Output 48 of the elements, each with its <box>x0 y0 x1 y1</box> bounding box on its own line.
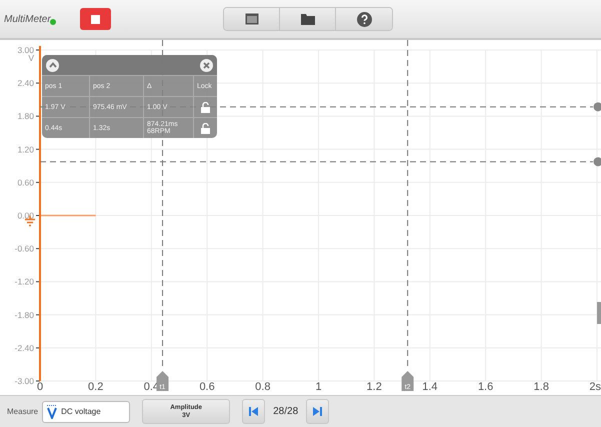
close-icon <box>203 62 210 68</box>
folder-icon <box>300 14 314 24</box>
y-tick-label: -1.20 <box>14 276 34 287</box>
unlocked-icon[interactable] <box>201 102 210 112</box>
measure-label: Measure <box>7 407 38 416</box>
y-tick-label: 3.00 <box>17 45 34 55</box>
window-icon <box>244 13 258 25</box>
x-tick-label: 1.2 <box>366 381 382 393</box>
y-tick-label: 1.20 <box>17 144 34 154</box>
help-icon <box>356 12 372 26</box>
x-tick-label: 2s <box>589 381 601 393</box>
y-tick-label: -3.00 <box>14 376 34 386</box>
x-tick-label: 0.2 <box>88 381 104 393</box>
x-tick-label: 0 <box>36 381 44 393</box>
help-button[interactable] <box>336 8 392 30</box>
y-unit-label: V <box>28 53 34 63</box>
level-cursor-line[interactable] <box>40 161 594 162</box>
collapse-button[interactable] <box>46 58 59 72</box>
y-tick-label: 0.60 <box>17 177 34 188</box>
y-tick-label: 2.40 <box>17 78 34 88</box>
y-tick-label: -1.80 <box>14 310 34 320</box>
x-tick-label: 1.8 <box>534 381 549 393</box>
close-button[interactable] <box>200 58 213 72</box>
voltage-icon <box>47 404 58 418</box>
y-tick-label: -0.60 <box>14 244 34 254</box>
side-handle[interactable] <box>597 302 601 324</box>
x-tick-label: 1 <box>315 381 322 393</box>
cursor-handle[interactable] <box>594 102 601 112</box>
x-tick-label: 0.6 <box>199 381 215 393</box>
cursor-handle[interactable] <box>594 157 601 166</box>
chevron-up-icon <box>48 62 56 68</box>
cursor-handle[interactable] <box>402 371 414 391</box>
page-counter: 28/28 <box>273 406 298 417</box>
y-tick-label: 1.80 <box>17 111 34 122</box>
measure-select[interactable]: DC voltage <box>42 400 130 422</box>
x-tick-label: 0.8 <box>255 381 270 393</box>
skip-last-icon <box>313 407 322 416</box>
first-page-button[interactable] <box>242 399 266 424</box>
window-button[interactable] <box>224 8 280 30</box>
unlocked-icon[interactable] <box>201 122 210 134</box>
skip-first-icon <box>249 407 258 416</box>
folder-button[interactable] <box>280 8 336 30</box>
app-title: MultiMeter <box>4 14 51 24</box>
stop-button[interactable] <box>80 8 111 30</box>
last-page-button[interactable] <box>306 399 330 424</box>
x-tick-label: 1.6 <box>478 381 494 393</box>
x-tick-label: 1.4 <box>422 381 438 393</box>
y-tick-label: -2.40 <box>14 342 34 353</box>
